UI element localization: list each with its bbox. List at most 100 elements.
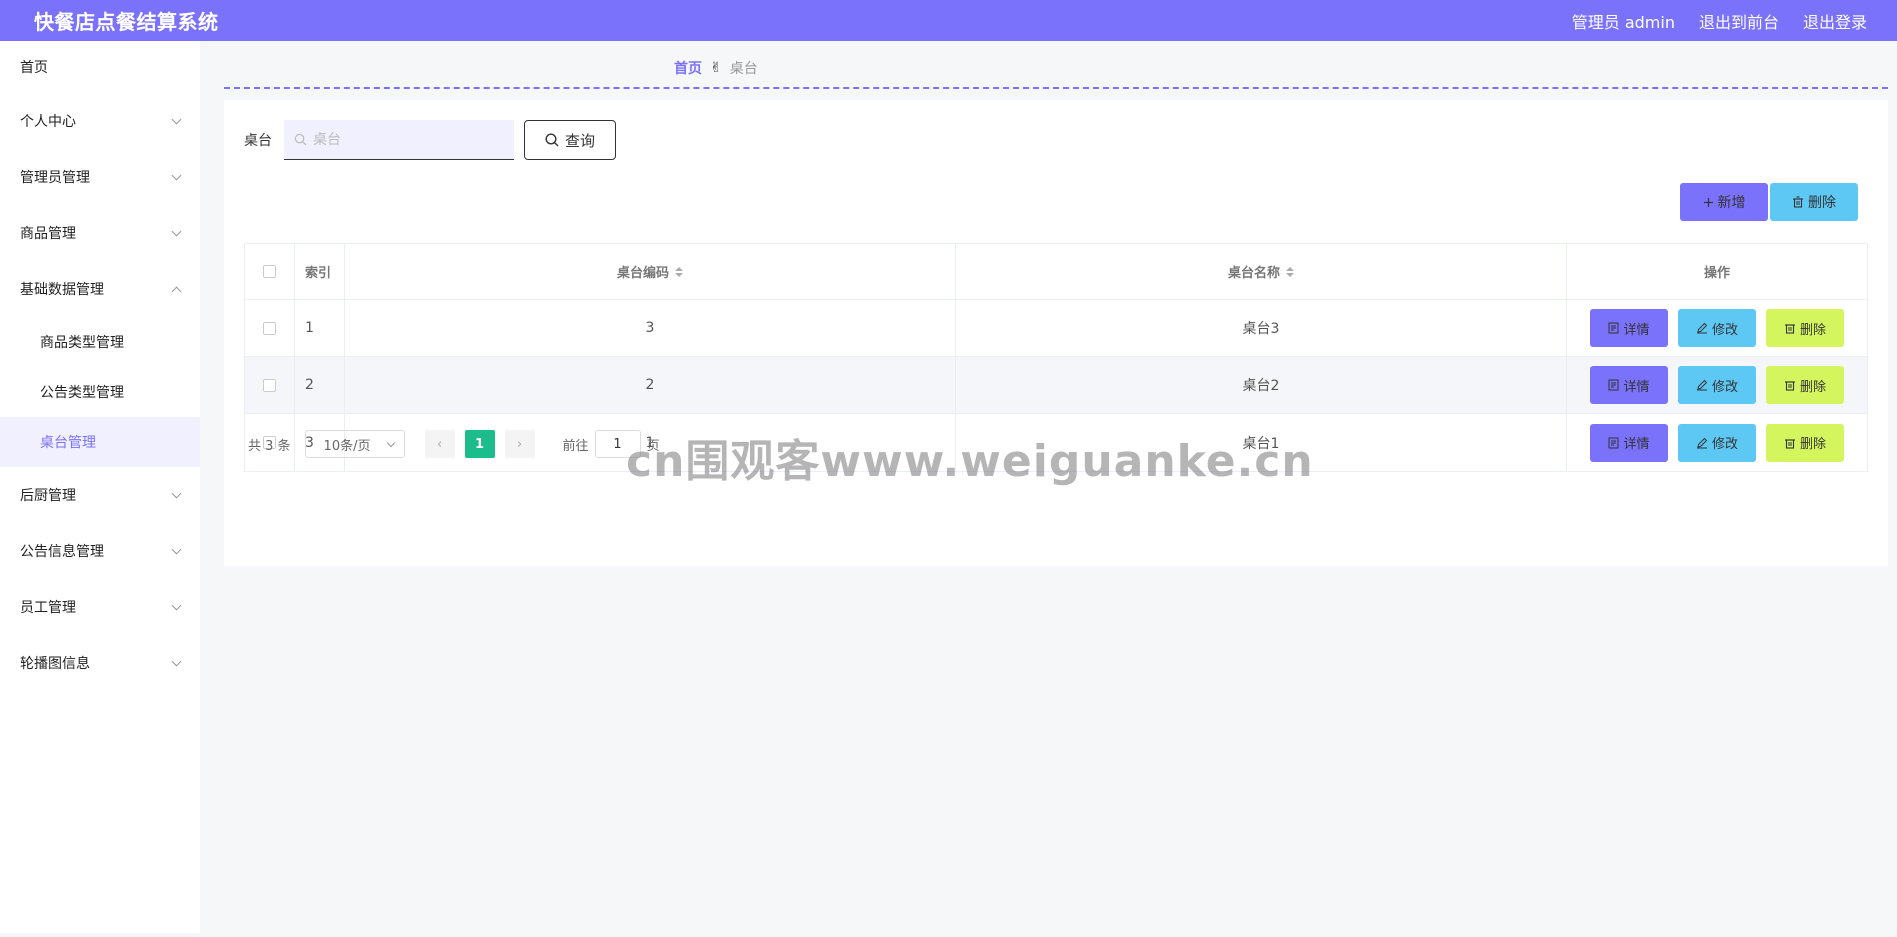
sidebar-item-label: 首页 [20,60,48,76]
document-icon [1608,322,1619,334]
pencil-icon [1696,437,1708,449]
document-icon [1608,437,1619,449]
sort-icon[interactable] [1286,266,1294,277]
sidebar-item-label: 桌台管理 [40,435,96,451]
chevron-up-icon [171,286,182,296]
sidebar-item-admin[interactable]: 管理员管理 [0,149,200,205]
sidebar-item-staff[interactable]: 员工管理 [0,579,200,635]
sidebar-item-carousel[interactable]: 轮播图信息 [0,635,200,691]
table-row: 1 3 桌台3 详情 修改 删除 [245,300,1867,357]
sidebar-item-goods-type[interactable]: 商品类型管理 [0,317,200,367]
column-label: 操作 [1703,266,1730,281]
batch-delete-label: 删除 [1808,195,1836,211]
delete-button[interactable]: 删除 [1766,309,1844,347]
detail-label: 详情 [1623,322,1650,338]
row-code: 2 [345,357,956,413]
next-page-button[interactable]: › [504,430,535,458]
header-name[interactable]: 桌台名称 [956,244,1567,299]
search-input[interactable] [313,131,503,148]
add-button[interactable]: 新增 [1680,183,1768,221]
row-index: 2 [295,357,345,413]
row-operations: 详情 修改 删除 [1567,300,1867,356]
sidebar-item-label: 员工管理 [20,600,76,616]
edit-button[interactable]: 修改 [1678,423,1756,462]
edit-label: 修改 [1711,379,1738,395]
page-number-button[interactable]: 1 [464,430,495,458]
breadcrumb-divider [224,87,1888,89]
sidebar-item-notice[interactable]: 公告信息管理 [0,523,200,579]
column-label: 索引 [305,266,332,281]
top-header: 快餐店点餐结算系统 管理员 admin 退出到前台 退出登录 [0,0,1897,41]
sidebar-item-label: 管理员管理 [20,170,90,186]
breadcrumb-current: 桌台 [729,61,758,77]
pencil-icon [1696,322,1708,334]
batch-delete-button[interactable]: 删除 [1770,183,1858,221]
row-name: 桌台3 [956,300,1567,356]
app-title: 快餐店点餐结算系统 [34,10,219,34]
chevron-down-icon [171,544,182,554]
document-icon [1608,379,1619,391]
sidebar-item-label: 基础数据管理 [20,282,104,298]
page-size-value: 10条/页 [323,438,371,454]
page-size-select[interactable]: 10条/页 [304,430,405,458]
sidebar-item-home[interactable]: 首页 [0,41,200,93]
trash-icon [1784,322,1796,334]
goto-prefix: 前往 [562,438,589,454]
trash-icon [1784,437,1796,449]
table-header-row: 索引 桌台编码 桌台名称 操作 [245,244,1867,300]
sidebar-item-goods[interactable]: 商品管理 [0,205,200,261]
search-icon [294,133,307,146]
table-row: 2 2 桌台2 详情 修改 删除 [245,357,1867,414]
edit-button[interactable]: 修改 [1678,366,1756,404]
row-index: 1 [295,300,345,356]
row-name: 桌台2 [956,357,1567,413]
search-icon [545,133,559,147]
search-label: 桌台 [244,133,272,149]
exit-to-front-link[interactable]: 退出到前台 [1699,9,1779,33]
edit-label: 修改 [1711,322,1738,338]
pagination: 共 3 条 10条/页 ‹ 1 › 前往 页 [248,430,660,458]
sidebar-item-base-data[interactable]: 基础数据管理 [0,261,200,317]
detail-button[interactable]: 详情 [1590,423,1668,462]
delete-label: 删除 [1799,437,1826,452]
sort-icon[interactable] [675,266,683,277]
sidebar-item-kitchen[interactable]: 后厨管理 [0,467,200,523]
header-operations: 操作 [1567,244,1867,299]
breadcrumb-home[interactable]: 首页 [674,58,702,78]
header-index: 索引 [295,244,345,299]
trash-icon [1784,379,1796,391]
plus-icon [1703,197,1714,208]
query-button[interactable]: 查询 [524,120,616,160]
sidebar-item-label: 公告信息管理 [20,544,104,560]
trash-icon [1792,196,1804,208]
search-field[interactable] [284,120,514,160]
main-panel: 桌台 查询 新增 删除 索引 桌台编码 桌台名称 操作 [224,100,1888,566]
row-checkbox[interactable] [263,378,276,392]
sidebar-item-notice-type[interactable]: 公告类型管理 [0,367,200,417]
delete-button[interactable]: 删除 [1766,423,1844,462]
select-all-checkbox[interactable] [263,265,276,278]
row-checkbox[interactable] [263,321,276,335]
delete-button[interactable]: 删除 [1766,366,1844,404]
prev-page-button[interactable]: ‹ [424,430,455,458]
sidebar-item-profile[interactable]: 个人中心 [0,93,200,149]
chevron-down-icon [386,438,395,447]
sidebar-item-label: 商品类型管理 [40,335,124,351]
detail-button[interactable]: 详情 [1590,309,1668,347]
header-checkbox-cell [245,244,295,299]
detail-button[interactable]: 详情 [1590,366,1668,404]
hand-pointer-icon: ✌ [710,60,722,76]
delete-label: 删除 [1799,322,1826,338]
sidebar-item-label: 轮播图信息 [20,656,90,672]
admin-user-label: 管理员 admin [1571,12,1675,32]
sidebar-item-label: 商品管理 [20,226,76,242]
sidebar-item-table-manage[interactable]: 桌台管理 [0,417,200,467]
header-code[interactable]: 桌台编码 [345,244,956,299]
logout-link[interactable]: 退出登录 [1803,9,1867,33]
pencil-icon [1696,379,1708,391]
row-checkbox-cell [245,357,295,413]
chevron-down-icon [171,488,182,498]
row-operations: 详情 修改 删除 [1567,357,1867,413]
edit-button[interactable]: 修改 [1678,309,1756,347]
add-button-label: 新增 [1717,195,1746,211]
